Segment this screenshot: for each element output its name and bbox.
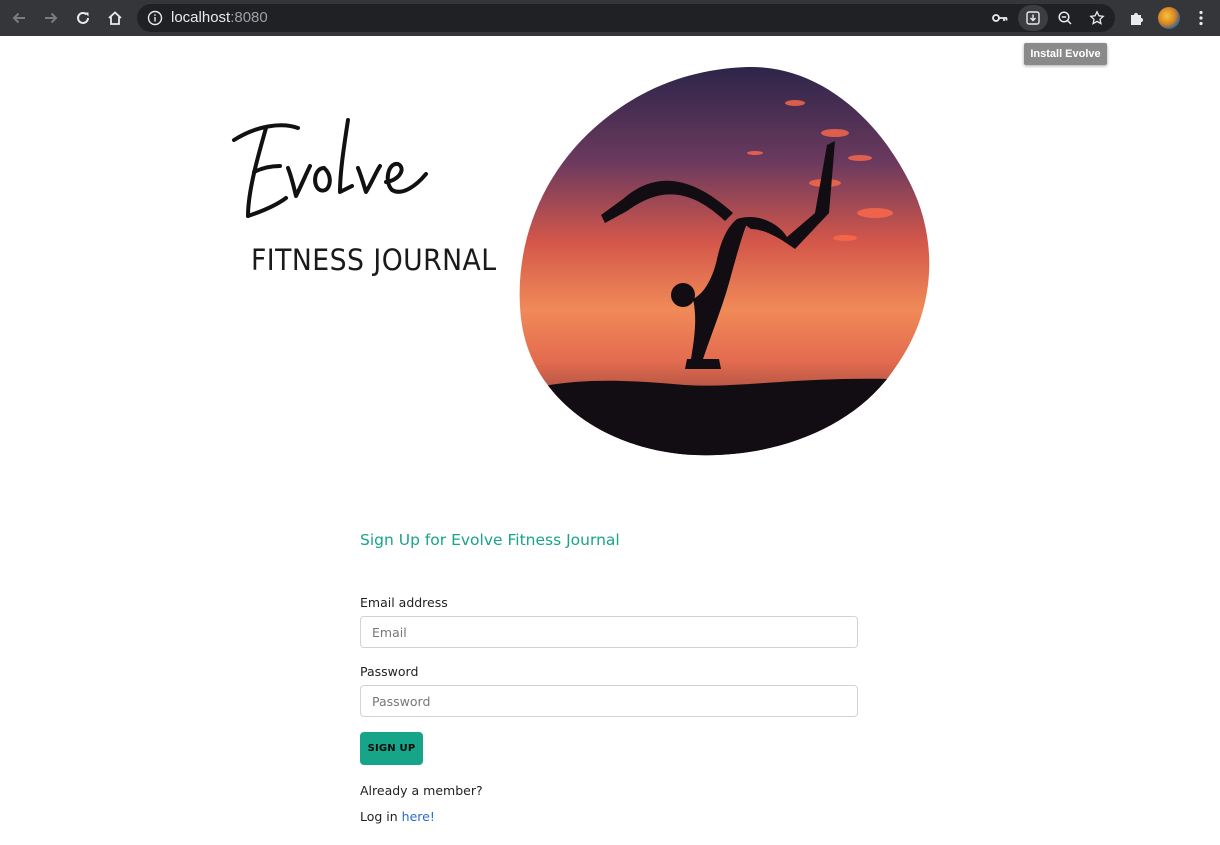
star-icon[interactable] xyxy=(1086,8,1108,28)
key-icon[interactable] xyxy=(989,8,1011,28)
info-icon[interactable] xyxy=(147,10,163,26)
install-button[interactable] xyxy=(1018,5,1048,31)
browser-toolbar: localhost:8080 xyxy=(0,0,1220,36)
hero-image xyxy=(519,66,930,456)
back-icon[interactable] xyxy=(7,6,31,30)
forward-icon[interactable] xyxy=(39,6,63,30)
address-bar[interactable]: localhost:8080 xyxy=(137,4,1115,32)
member-text: Already a member? xyxy=(360,783,483,798)
profile-avatar[interactable] xyxy=(1158,7,1180,29)
password-label: Password xyxy=(360,664,419,679)
install-icon xyxy=(1025,10,1041,31)
menu-icon[interactable] xyxy=(1189,6,1213,30)
sign-up-button[interactable]: SIGN UP xyxy=(360,732,423,765)
reload-icon[interactable] xyxy=(71,6,95,30)
login-link[interactable]: here! xyxy=(402,809,435,824)
url-port: :8080 xyxy=(230,9,268,26)
email-field[interactable] xyxy=(360,616,858,648)
install-tooltip: Install Evolve xyxy=(1024,43,1107,65)
home-icon[interactable] xyxy=(103,6,127,30)
evolve-script-logo xyxy=(232,118,428,218)
email-label: Email address xyxy=(360,595,448,610)
password-field[interactable] xyxy=(360,685,858,717)
url-host: localhost xyxy=(171,9,231,26)
zoom-icon[interactable] xyxy=(1054,8,1076,28)
logo-subtitle: FITNESS JOURNAL xyxy=(251,243,497,277)
extensions-icon[interactable] xyxy=(1125,6,1149,30)
url-text[interactable]: localhost:8080 xyxy=(171,10,268,26)
form-title: Sign Up for Evolve Fitness Journal xyxy=(360,531,620,549)
login-line: Log in here! xyxy=(360,809,435,824)
login-prefix: Log in xyxy=(360,809,402,824)
